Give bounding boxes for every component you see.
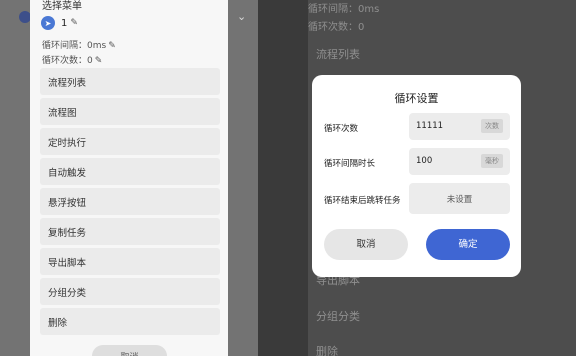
background-loop-interval: 循环间隔：0ms (308, 4, 380, 15)
menu-title: 选择菜单 (42, 1, 82, 12)
background-loop-count: 循环次数：0 (308, 22, 365, 33)
dialog-ok-button[interactable]: 确定 (426, 229, 510, 260)
dialog-title: 循环设置 (394, 92, 439, 105)
menu-item-flow-chart[interactable]: 流程图 (40, 98, 220, 125)
loop-count-label: 循环次数 (324, 124, 359, 134)
background-item-flow-list: 流程列表 (316, 48, 360, 61)
loop-interval-row[interactable]: 循环间隔：0ms ✎ (42, 38, 116, 51)
loop-count-unit: 次数 (481, 119, 503, 133)
menu-item-auto-trigger[interactable]: 自动触发 (40, 158, 220, 185)
loop-count-input[interactable]: 11111 次数 (409, 113, 510, 140)
menu-item-group[interactable]: 分组分类 (40, 278, 220, 305)
task-id-row: ➤ 1 ✎ (41, 16, 78, 30)
loop-settings-dialog: 循环设置 循环次数 11111 次数 循环间隔时长 100 毫秒 循环结束后跳转… (312, 75, 521, 277)
dialog-cancel-button[interactable]: 取消 (324, 229, 408, 260)
chevron-down-icon: ⌄ (237, 10, 247, 23)
menu-items: 流程列表 流程图 定时执行 自动触发 悬浮按钮 复制任务 导出脚本 分组分类 删… (40, 68, 220, 338)
task-id: 1 (61, 17, 68, 29)
loop-interval-unit: 毫秒 (481, 154, 503, 168)
menu-item-delete[interactable]: 删除 (40, 308, 220, 335)
loop-interval-label: 循环间隔时长 (324, 159, 376, 169)
loop-interval-value: 100 (416, 156, 433, 166)
loop-interval-input[interactable]: 100 毫秒 (409, 148, 510, 175)
background-item-delete: 删除 (316, 345, 338, 356)
edit-icon[interactable]: ✎ (108, 41, 116, 51)
edit-icon[interactable]: ✎ (70, 18, 78, 28)
loop-interval-text: 循环间隔：0ms (42, 41, 107, 51)
loop-count-row[interactable]: 循环次数：0 ✎ (42, 53, 102, 66)
menu-item-export-script[interactable]: 导出脚本 (40, 248, 220, 275)
loop-count-text: 循环次数：0 (42, 56, 93, 66)
edit-icon[interactable]: ✎ (95, 56, 103, 66)
jump-task-label: 循环结束后跳转任务 (324, 196, 401, 206)
menu-cancel-button[interactable]: 取消 (92, 345, 167, 356)
menu-item-floating-button[interactable]: 悬浮按钮 (40, 188, 220, 215)
select-menu-sheet: 选择菜单 ➤ 1 ✎ 循环间隔：0ms ✎ 循环次数：0 ✎ 流程列表 流程图 定时… (30, 0, 228, 356)
jump-task-select[interactable]: 未设置 (409, 183, 510, 214)
menu-item-copy-task[interactable]: 复制任务 (40, 218, 220, 245)
background-item-group: 分组分类 (316, 310, 360, 323)
jump-task-value: 未设置 (446, 195, 473, 205)
loop-count-value: 11111 (416, 121, 444, 131)
menu-item-scheduled-run[interactable]: 定时执行 (40, 128, 220, 155)
left-panel: ⌄ 选择菜单 ➤ 1 ✎ 循环间隔：0ms ✎ 循环次数：0 ✎ 流程列表 流程图 … (0, 0, 258, 356)
menu-item-flow-list[interactable]: 流程列表 (40, 68, 220, 95)
app-icon: ➤ (41, 16, 55, 30)
